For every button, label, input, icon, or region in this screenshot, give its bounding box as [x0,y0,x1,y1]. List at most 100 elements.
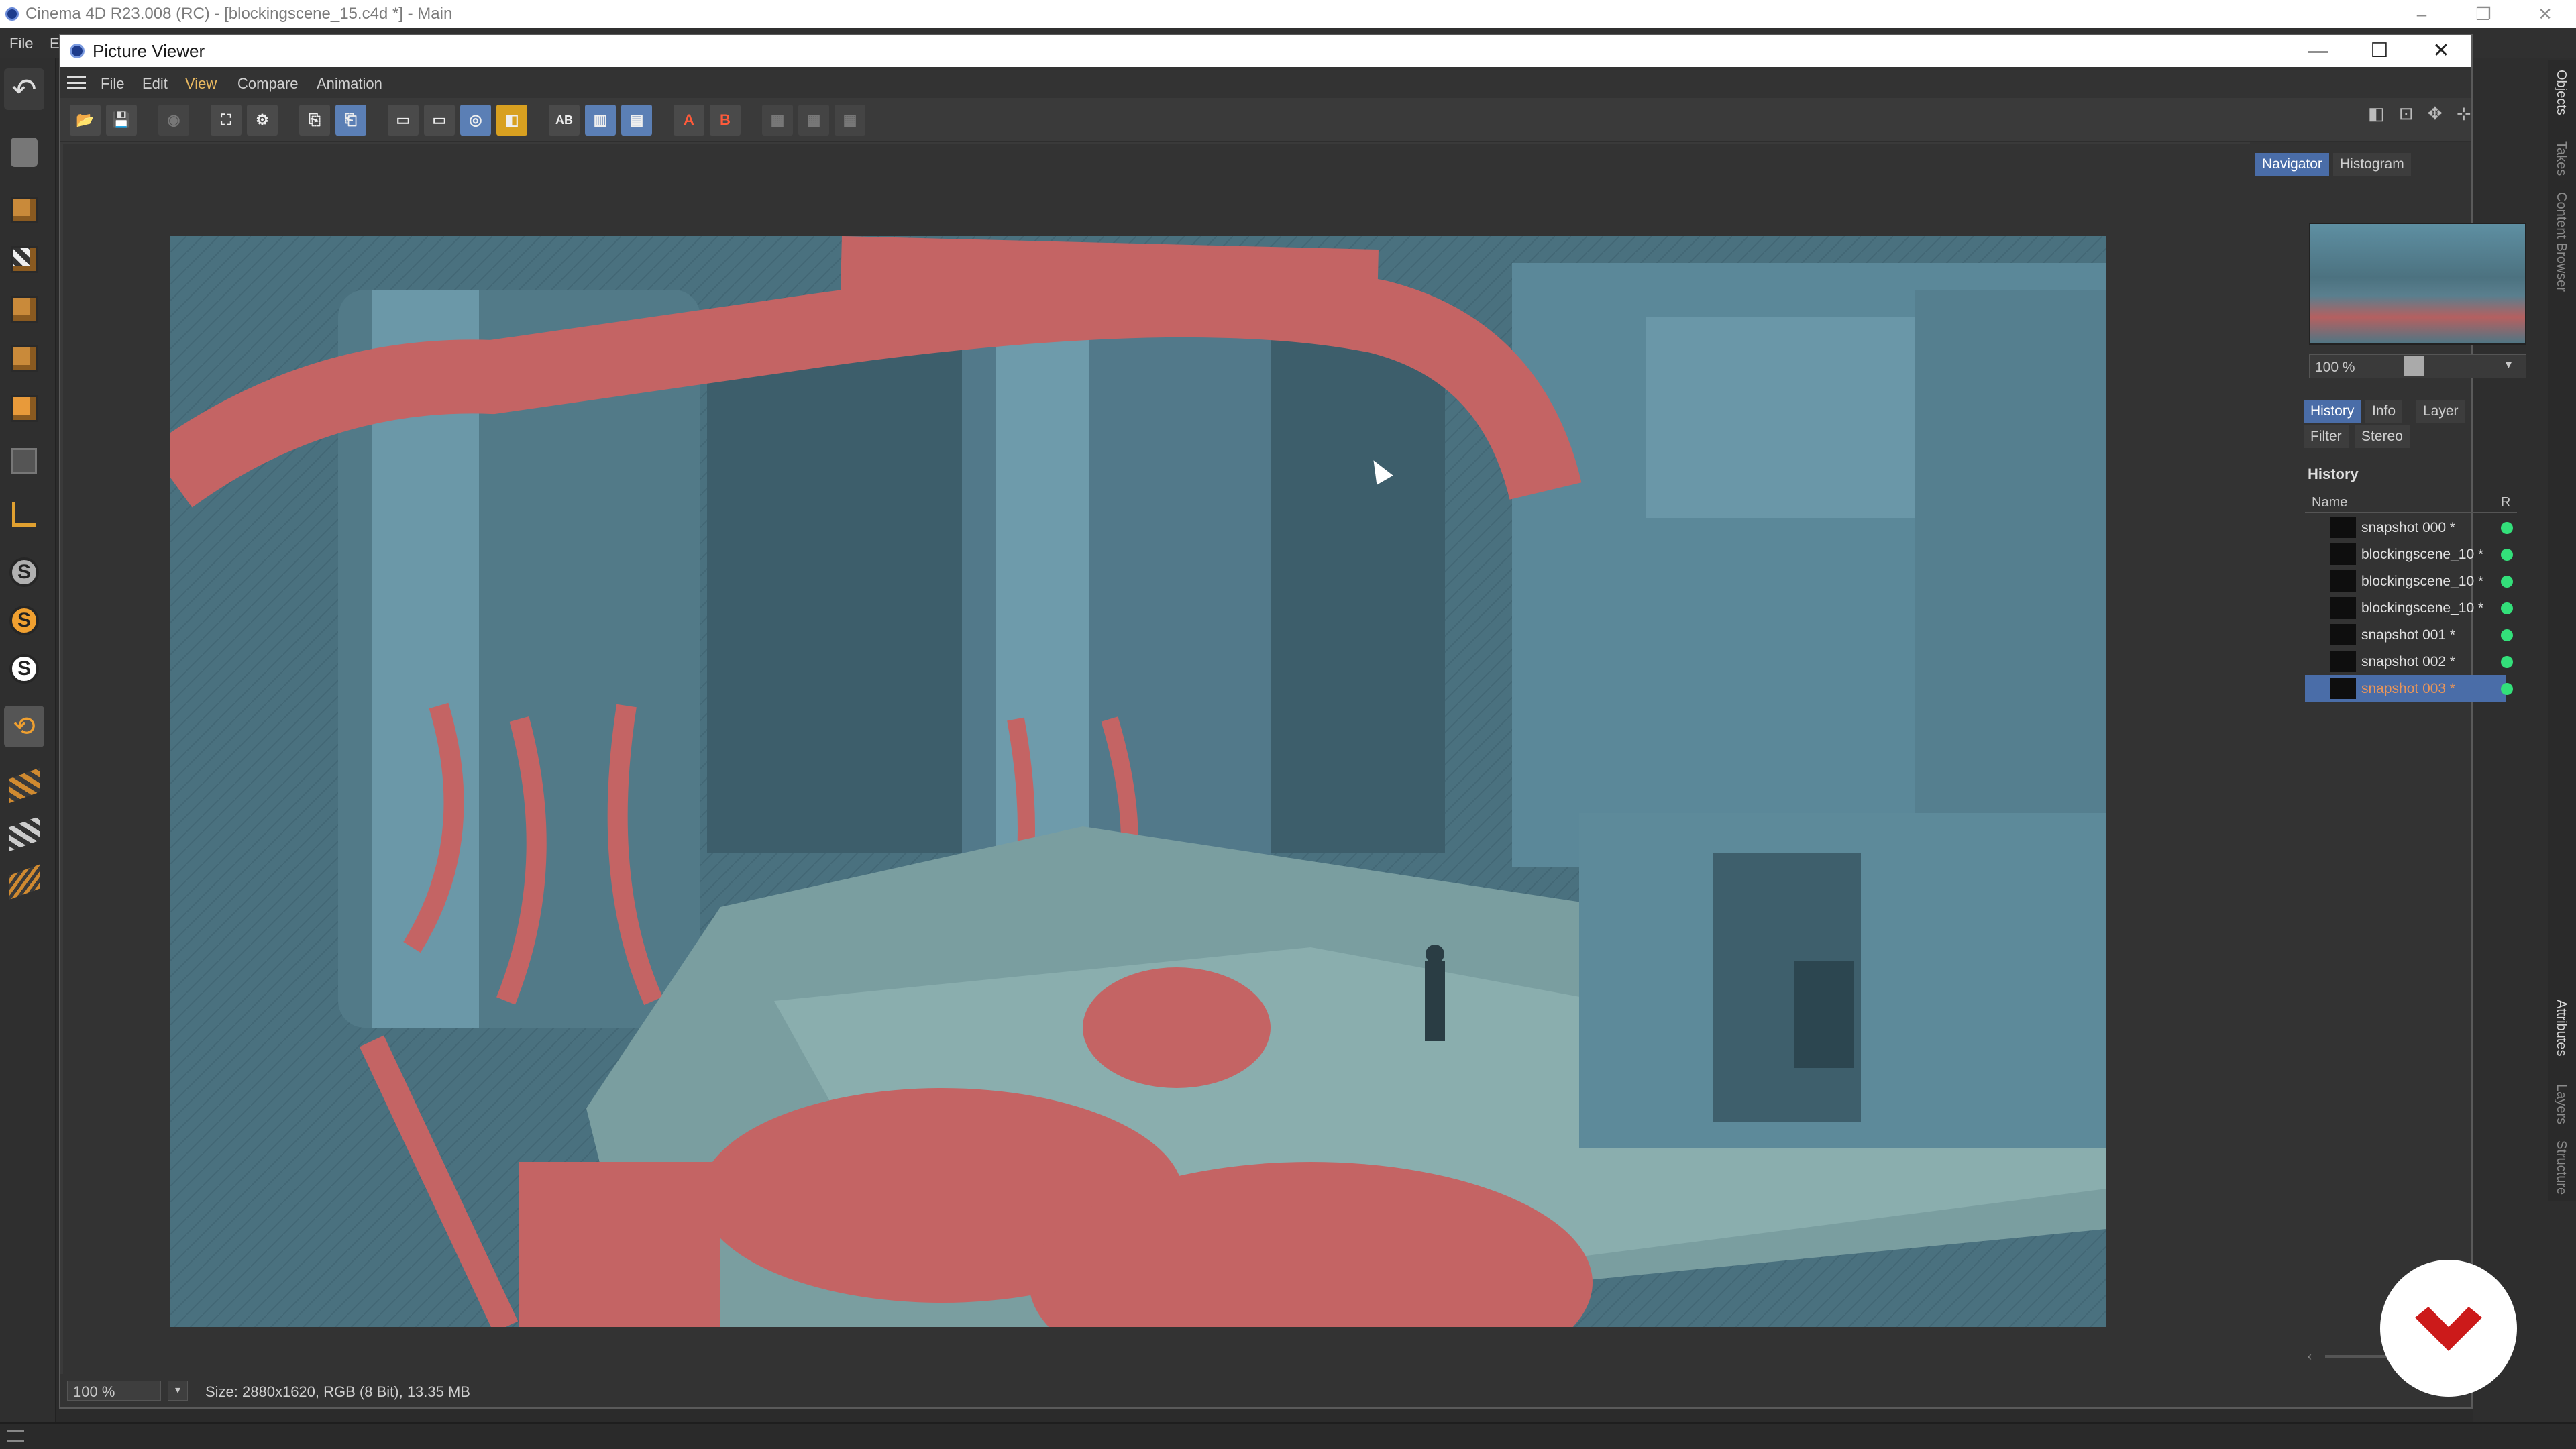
workplane-axis-button[interactable] [4,861,44,903]
status-green-dot-icon [2501,683,2513,695]
pv-menu-edit[interactable]: Edit [142,75,168,93]
grid-workplane-button[interactable] [4,813,44,855]
snap-workplane-button[interactable]: S [4,648,44,690]
snap-button[interactable]: S [4,551,44,593]
pv-close-button[interactable]: ✕ [2411,35,2471,67]
undo-button[interactable]: ↶ [4,68,44,110]
view-a-button[interactable]: ▭ [388,105,419,136]
picture-viewer-status-bar: 100 % ▾ Size: 2880x1620, RGB (8 Bit), 13… [60,1374,2254,1407]
tab-history[interactable]: History [2304,400,2361,423]
scroll-left-icon[interactable]: ‹ [2308,1350,2312,1364]
texture-mode-button[interactable] [4,239,44,280]
main-restore-button[interactable]: ❐ [2463,0,2504,28]
column-r[interactable]: R [2501,495,2510,511]
save-button[interactable]: 💾 [106,105,137,136]
tab-structure[interactable]: Structure [2553,1140,2569,1195]
open-button[interactable]: 📂 [70,105,101,136]
lock-workplane-button[interactable]: ⟲ [4,706,44,747]
points-mode-button[interactable] [4,288,44,330]
zoom-slider-handle[interactable] [2404,356,2424,376]
zoom-options-icon[interactable]: ▾ [2506,358,2512,372]
diff-3-button[interactable]: ▦ [835,105,865,136]
uv-icon [11,448,37,474]
tab-info[interactable]: Info [2365,400,2403,423]
pv-maximize-button[interactable]: ☐ [2349,35,2410,67]
tab-attributes[interactable]: Attributes [2553,1000,2569,1056]
zoom-input[interactable]: 100 % [67,1381,161,1401]
stop-render-button[interactable]: ◉ [158,105,189,136]
rendered-image [170,236,2106,1327]
main-minimize-button[interactable]: – [2402,0,2442,28]
history-item[interactable]: snapshot 001 * [2305,621,2513,648]
tab-stereo[interactable]: Stereo [2355,425,2410,448]
copy-button[interactable]: ⎘ [299,105,330,136]
history-list: snapshot 000 * blockingscene_10 * blocki… [2298,514,2520,715]
set-b-button[interactable]: B [710,105,741,136]
main-close-button[interactable]: ✕ [2525,0,2565,28]
pv-layout-controls: ◧ ⊡ ✥ ⊹ [2368,103,2471,124]
history-item[interactable]: snapshot 002 * [2305,648,2513,675]
axis-icon [12,502,36,527]
view-d-button[interactable]: ◧ [496,105,527,136]
split-vertical-button[interactable]: ▥ [585,105,616,136]
edges-mode-button[interactable] [4,338,44,380]
pv-menu-compare[interactable]: Compare [237,75,298,93]
picture-viewport[interactable] [63,144,2250,1405]
paste-button[interactable]: ⎗ [335,105,366,136]
side-tab-strip: Objects Takes Content Browser Attributes… [2548,60,2576,1201]
status-green-dot-icon [2501,656,2513,668]
main-menu-file[interactable]: File [9,35,33,52]
history-item[interactable]: blockingscene_10 * [2305,568,2513,594]
tab-layers[interactable]: Layers [2553,1084,2569,1124]
navigator-zoom-slider[interactable]: 100 % ▾ [2309,354,2526,378]
history-thumbnail [2330,597,2356,619]
history-item[interactable]: snapshot 000 * [2305,514,2513,541]
main-menu-edit[interactable]: E [50,35,60,52]
tab-histogram[interactable]: Histogram [2333,153,2411,176]
diff-2-button[interactable]: ▦ [798,105,829,136]
history-header: Name R [2305,491,2517,513]
view-c-button[interactable]: ◎ [460,105,491,136]
tab-content-browser[interactable]: Content Browser [2553,192,2569,292]
picture-viewer-title: Picture Viewer [93,40,205,61]
pv-menu-animation[interactable]: Animation [317,75,382,93]
view-b-button[interactable]: ▭ [424,105,455,136]
status-menu-icon[interactable] [7,1430,24,1442]
history-item[interactable]: blockingscene_10 * [2305,541,2513,568]
hamburger-menu-icon[interactable] [67,76,86,89]
model-mode-button[interactable] [4,189,44,231]
tab-navigator[interactable]: Navigator [2255,153,2329,176]
fullscreen-icon[interactable]: ⊡ [2399,103,2414,123]
split-horizontal-button[interactable]: ▤ [621,105,652,136]
render-settings-button[interactable]: ⚙ [247,105,278,136]
polygons-cube-icon [11,395,38,422]
move-icon[interactable]: ⊹ [2457,103,2471,123]
ab-compare-button[interactable]: AB [549,105,580,136]
pan-icon[interactable]: ✥ [2428,103,2443,123]
tab-filter[interactable]: Filter [2304,425,2349,448]
tab-takes[interactable]: Takes [2553,141,2569,176]
uv-mode-button[interactable] [4,440,44,482]
tab-objects[interactable]: Objects [2553,70,2569,115]
set-a-button[interactable]: A [674,105,704,136]
pv-menu-file[interactable]: File [101,75,124,93]
tab-layer[interactable]: Layer [2416,400,2465,423]
render-region-button[interactable]: ⛶ [211,105,241,136]
history-item-selected[interactable]: snapshot 003 * [2305,675,2513,702]
diff-1-button[interactable]: ▦ [762,105,793,136]
snap-settings-button[interactable]: S [4,600,44,641]
workplane-button[interactable] [4,765,44,806]
picture-viewer-toolbar: 📂 💾 ◉ ⛶ ⚙ ⎘ ⎗ ▭ ▭ ◎ ◧ AB ▥ ▤ A B ▦ ▦ ▦ [60,98,2471,142]
status-green-dot-icon [2501,629,2513,641]
layout-icon[interactable]: ◧ [2368,103,2385,123]
history-item[interactable]: blockingscene_10 * [2305,594,2513,621]
pv-minimize-button[interactable]: — [2288,35,2348,67]
navigator-thumbnail[interactable] [2309,223,2526,345]
pv-menu-view[interactable]: View [185,75,217,93]
move-tool-button[interactable] [4,131,44,173]
zoom-dropdown-icon[interactable]: ▾ [168,1381,188,1401]
column-name[interactable]: Name [2312,495,2347,511]
axis-tool-button[interactable] [4,494,44,535]
polygons-mode-button[interactable] [4,388,44,429]
render-illustration [170,236,2106,1327]
